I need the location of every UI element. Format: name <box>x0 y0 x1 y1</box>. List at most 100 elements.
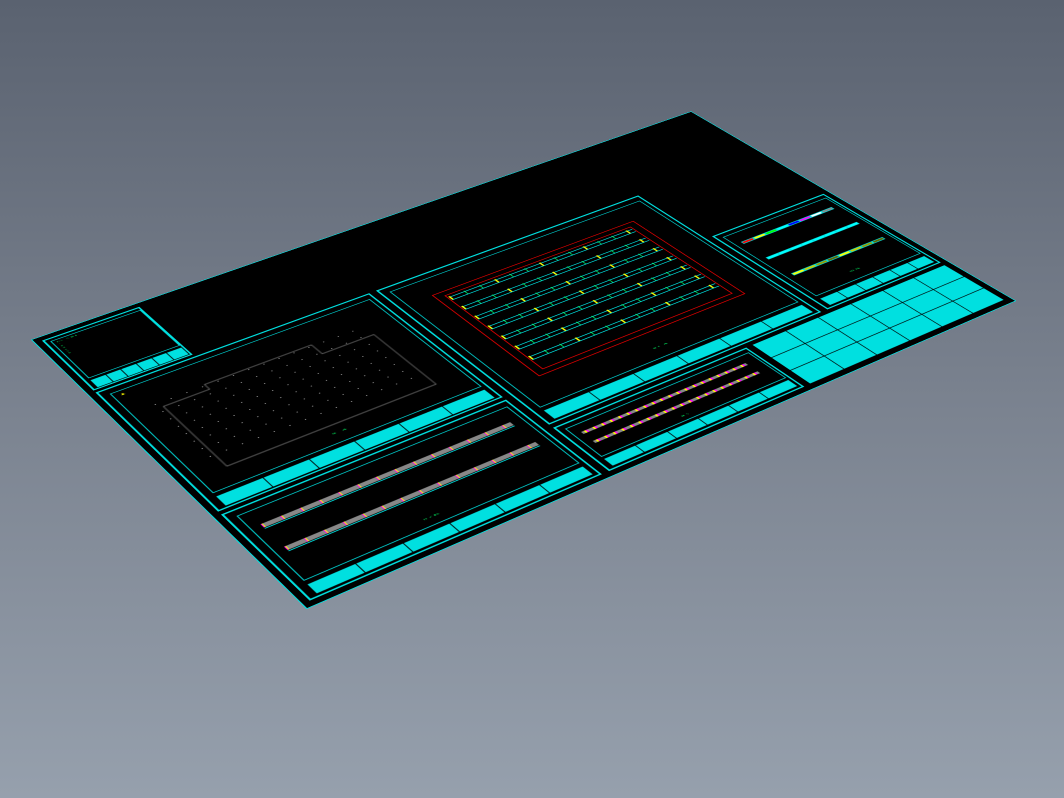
grid-point <box>287 384 288 385</box>
grid-point <box>249 409 250 410</box>
grid-point <box>333 367 334 368</box>
note-col2: — <box>101 328 105 330</box>
viewport-3d[interactable]: GENERAL NOTES 1. 2. 3. 4. 5. 6. — — — — … <box>0 0 1064 798</box>
grid-point <box>372 382 373 383</box>
titleblock-cell <box>308 564 367 594</box>
grid-point <box>334 387 335 388</box>
note-col2: — <box>107 333 111 335</box>
grid-point <box>296 412 297 413</box>
grid-point <box>319 393 320 394</box>
grid-point <box>281 418 282 419</box>
grid-point <box>186 433 187 434</box>
color-swatch <box>845 222 859 228</box>
grid-point <box>366 395 367 396</box>
grid-point <box>331 348 332 349</box>
grid-point <box>250 430 251 431</box>
grid-point <box>242 443 243 444</box>
grid-point <box>308 347 309 348</box>
grid-point <box>289 425 290 426</box>
grid-point <box>341 374 342 375</box>
grid-point <box>265 424 266 425</box>
grid-point <box>162 411 163 412</box>
note-line: 3. <box>63 346 67 348</box>
grid-point <box>202 407 203 408</box>
grid-point <box>234 436 235 437</box>
column-mark-major <box>514 345 520 349</box>
grid-point <box>233 395 234 396</box>
grid-point <box>226 428 227 429</box>
grid-point <box>379 370 380 371</box>
grid-point <box>218 442 219 443</box>
grid-point <box>305 419 306 420</box>
grid-point <box>352 331 353 332</box>
grid-point <box>347 362 348 363</box>
note-line: 5. <box>66 350 70 352</box>
grid-point <box>210 394 211 395</box>
grid-point <box>272 390 273 391</box>
grid-point <box>241 422 242 423</box>
grid-point <box>360 337 361 338</box>
grid-point <box>342 394 343 395</box>
column-mark <box>576 322 581 325</box>
grid-point <box>302 379 303 380</box>
titleblock-cell <box>90 375 113 388</box>
grid-point <box>210 414 211 415</box>
notes-inner: GENERAL NOTES 1. 2. 3. 4. 5. 6. — — — — … <box>50 310 180 378</box>
grid-point <box>210 435 211 436</box>
color-swatch <box>820 207 834 213</box>
grid-point <box>368 344 369 345</box>
grid-point <box>202 427 203 428</box>
grid-point <box>155 404 156 405</box>
grid-point <box>273 410 274 411</box>
grid-point <box>385 357 386 358</box>
grid-point <box>193 441 194 442</box>
grid-point <box>264 383 265 384</box>
grid-point <box>293 353 294 354</box>
grid-point <box>288 404 289 405</box>
grid-point <box>362 356 363 357</box>
grid-point <box>241 402 242 403</box>
grid-point <box>338 336 339 337</box>
elev-caption: ELEVATION <box>423 513 440 521</box>
titleblock-cell <box>729 392 769 412</box>
roof-row-group <box>448 229 728 367</box>
grid-point <box>225 388 226 389</box>
grid-point <box>217 401 218 402</box>
titleblock-cell <box>772 344 825 371</box>
grid-point <box>257 396 258 397</box>
column-mark <box>590 332 595 335</box>
grid-point <box>349 381 350 382</box>
grid-point <box>402 371 403 372</box>
column-mark <box>559 344 564 347</box>
grid-point <box>295 391 296 392</box>
grid-point <box>226 450 227 451</box>
column-mark <box>545 334 550 337</box>
grid-point <box>377 351 378 352</box>
titleblock-cell <box>121 364 144 377</box>
note-line: 2. <box>61 345 65 347</box>
note-line: 1. <box>59 343 63 345</box>
grid-point <box>263 364 264 365</box>
grid-point <box>286 365 287 366</box>
roof-row <box>448 229 635 300</box>
titleblock-cell <box>720 321 773 346</box>
drawing-sheet[interactable]: GENERAL NOTES 1. 2. 3. 4. 5. 6. — — — — … <box>31 111 1016 609</box>
grid-point <box>309 366 310 367</box>
grid-point <box>346 343 347 344</box>
grid-point <box>354 349 355 350</box>
grid-point <box>249 389 250 390</box>
titleblock-cell <box>137 358 160 371</box>
grid-point <box>265 403 266 404</box>
grid-point <box>274 431 275 432</box>
note-col2: — <box>104 331 108 333</box>
grid-point <box>411 378 412 379</box>
grid-point <box>294 372 295 373</box>
grid-point <box>324 361 325 362</box>
titleblock-cell <box>858 328 911 355</box>
grid-point <box>326 380 327 381</box>
grid-point <box>339 355 340 356</box>
grid-point <box>178 426 179 427</box>
sections-caption: SECTION <box>849 267 861 272</box>
titleblock-cell <box>496 485 551 513</box>
grid-point <box>320 413 321 414</box>
